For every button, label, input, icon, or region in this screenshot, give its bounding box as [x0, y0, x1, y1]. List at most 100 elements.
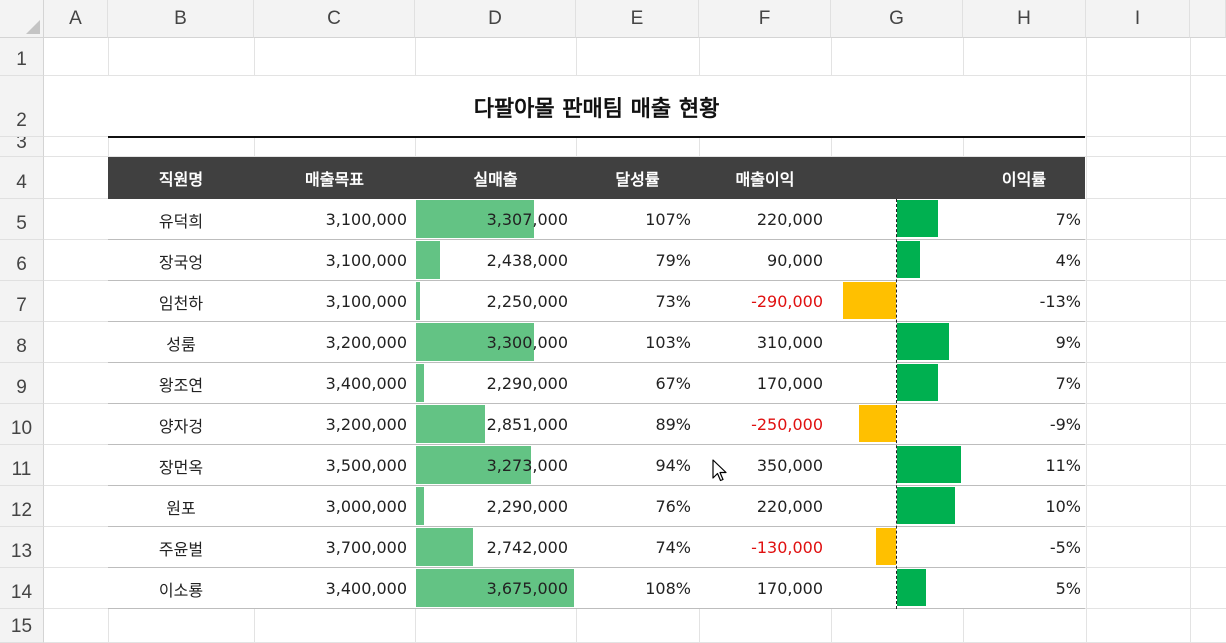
cell-name[interactable]: 성룸 [108, 322, 254, 363]
row-header-4[interactable]: 4 [0, 157, 44, 199]
mouse-pointer-icon [712, 459, 727, 482]
cell-rate[interactable]: 73% [576, 281, 699, 322]
header-target[interactable]: 매출목표 [254, 157, 415, 199]
cell-profit[interactable]: 220,000 [699, 199, 831, 240]
column-header-f[interactable]: F [699, 0, 831, 38]
cell-margin[interactable]: 7% [963, 363, 1085, 404]
column-header-a[interactable]: A [44, 0, 108, 38]
cell-target[interactable]: 3,100,000 [254, 240, 415, 281]
column-header-d[interactable]: D [415, 0, 576, 38]
cell-actual[interactable]: 2,851,000 [415, 404, 576, 445]
row-header-1[interactable]: 1 [0, 38, 44, 76]
cell-actual[interactable]: 3,307,000 [415, 199, 576, 240]
cell-profit[interactable]: -130,000 [699, 527, 831, 568]
cell-actual[interactable]: 2,290,000 [415, 363, 576, 404]
margin-databar-axis [896, 199, 897, 609]
column-header-c[interactable]: C [254, 0, 415, 38]
cell-name[interactable]: 장국엉 [108, 240, 254, 281]
cell-name[interactable]: 임천하 [108, 281, 254, 322]
margin-databar [897, 364, 938, 401]
row-header-3[interactable]: 3 [0, 137, 44, 157]
cell-target[interactable]: 3,700,000 [254, 527, 415, 568]
cell-rate[interactable]: 108% [576, 568, 699, 609]
row-header-5[interactable]: 5 [0, 199, 44, 240]
cell-profit[interactable]: -250,000 [699, 404, 831, 445]
column-header-j[interactable] [1190, 0, 1226, 38]
cell-target[interactable]: 3,100,000 [254, 199, 415, 240]
row-header-15[interactable]: 15 [0, 609, 44, 643]
cell-target[interactable]: 3,500,000 [254, 445, 415, 486]
row-header-14[interactable]: 14 [0, 568, 44, 609]
cell-target[interactable]: 3,000,000 [254, 486, 415, 527]
sheet-title[interactable]: 다팔아몰 판매팀 매출 현황 [108, 76, 1085, 137]
select-all-corner[interactable] [0, 0, 44, 38]
cell-profit[interactable]: 170,000 [699, 568, 831, 609]
cell-margin[interactable]: 11% [963, 445, 1085, 486]
cell-rate[interactable]: 74% [576, 527, 699, 568]
column-header-h[interactable]: H [963, 0, 1086, 38]
header-profit[interactable]: 매출이익 [699, 157, 831, 199]
cell-profit[interactable]: -290,000 [699, 281, 831, 322]
cell-profit[interactable]: 90,000 [699, 240, 831, 281]
cell-name[interactable]: 장먼옥 [108, 445, 254, 486]
cell-actual[interactable]: 3,300,000 [415, 322, 576, 363]
row-header-7[interactable]: 7 [0, 281, 44, 322]
gridline-vertical [1086, 38, 1087, 643]
header-name[interactable]: 직원명 [108, 157, 254, 199]
cell-name[interactable]: 주윤벌 [108, 527, 254, 568]
cell-target[interactable]: 3,100,000 [254, 281, 415, 322]
cell-name[interactable]: 이소룡 [108, 568, 254, 609]
cell-target[interactable]: 3,200,000 [254, 404, 415, 445]
column-header-i[interactable]: I [1086, 0, 1190, 38]
column-header-g[interactable]: G [831, 0, 963, 38]
cell-actual[interactable]: 2,438,000 [415, 240, 576, 281]
column-header-e[interactable]: E [576, 0, 699, 38]
cell-margin[interactable]: 9% [963, 322, 1085, 363]
row-header-2[interactable]: 2 [0, 76, 44, 137]
cell-margin[interactable]: -13% [963, 281, 1085, 322]
cell-rate[interactable]: 89% [576, 404, 699, 445]
cell-actual[interactable]: 3,273,000 [415, 445, 576, 486]
row-header-9[interactable]: 9 [0, 363, 44, 404]
cell-name[interactable]: 양자겅 [108, 404, 254, 445]
row-header-6[interactable]: 6 [0, 240, 44, 281]
cell-target[interactable]: 3,400,000 [254, 568, 415, 609]
cell-margin[interactable]: 5% [963, 568, 1085, 609]
row-header-12[interactable]: 12 [0, 486, 44, 527]
cell-profit[interactable]: 170,000 [699, 363, 831, 404]
column-header-b[interactable]: B [108, 0, 254, 38]
cell-actual[interactable]: 3,675,000 [415, 568, 576, 609]
spreadsheet: ABCDEFGHI 1 2 3 4 5 6 7 8 9 10 11 12 13 14 15 다팔아몰 판매팀… [0, 0, 1226, 643]
header-rate[interactable]: 달성률 [576, 157, 699, 199]
cell-target[interactable]: 3,400,000 [254, 363, 415, 404]
row-header-8[interactable]: 8 [0, 322, 44, 363]
cell-margin[interactable]: 10% [963, 486, 1085, 527]
cell-rate[interactable]: 67% [576, 363, 699, 404]
cell-rate[interactable]: 76% [576, 486, 699, 527]
cell-actual[interactable]: 2,290,000 [415, 486, 576, 527]
cell-margin[interactable]: 7% [963, 199, 1085, 240]
cell-profit[interactable]: 310,000 [699, 322, 831, 363]
header-actual[interactable]: 실매출 [415, 157, 576, 199]
cell-rate[interactable]: 94% [576, 445, 699, 486]
row-header-11[interactable]: 11 [0, 445, 44, 486]
cell-rate[interactable]: 107% [576, 199, 699, 240]
cell-name[interactable]: 왕조연 [108, 363, 254, 404]
margin-databar [897, 241, 921, 278]
header-margin[interactable]: 이익률 [963, 157, 1085, 199]
row-header-13[interactable]: 13 [0, 527, 44, 568]
cell-rate[interactable]: 103% [576, 322, 699, 363]
cell-margin[interactable]: 4% [963, 240, 1085, 281]
cell-target[interactable]: 3,200,000 [254, 322, 415, 363]
cell-name[interactable]: 유덕희 [108, 199, 254, 240]
row-header-10[interactable]: 10 [0, 404, 44, 445]
cell-margin[interactable]: -5% [963, 527, 1085, 568]
cell-profit[interactable]: 220,000 [699, 486, 831, 527]
cell-name[interactable]: 원포 [108, 486, 254, 527]
cell-actual[interactable]: 2,250,000 [415, 281, 576, 322]
cell-rate[interactable]: 79% [576, 240, 699, 281]
cell-margin[interactable]: -9% [963, 404, 1085, 445]
header-margin-chart[interactable] [831, 157, 963, 199]
gridline-vertical [1190, 38, 1191, 643]
cell-actual[interactable]: 2,742,000 [415, 527, 576, 568]
